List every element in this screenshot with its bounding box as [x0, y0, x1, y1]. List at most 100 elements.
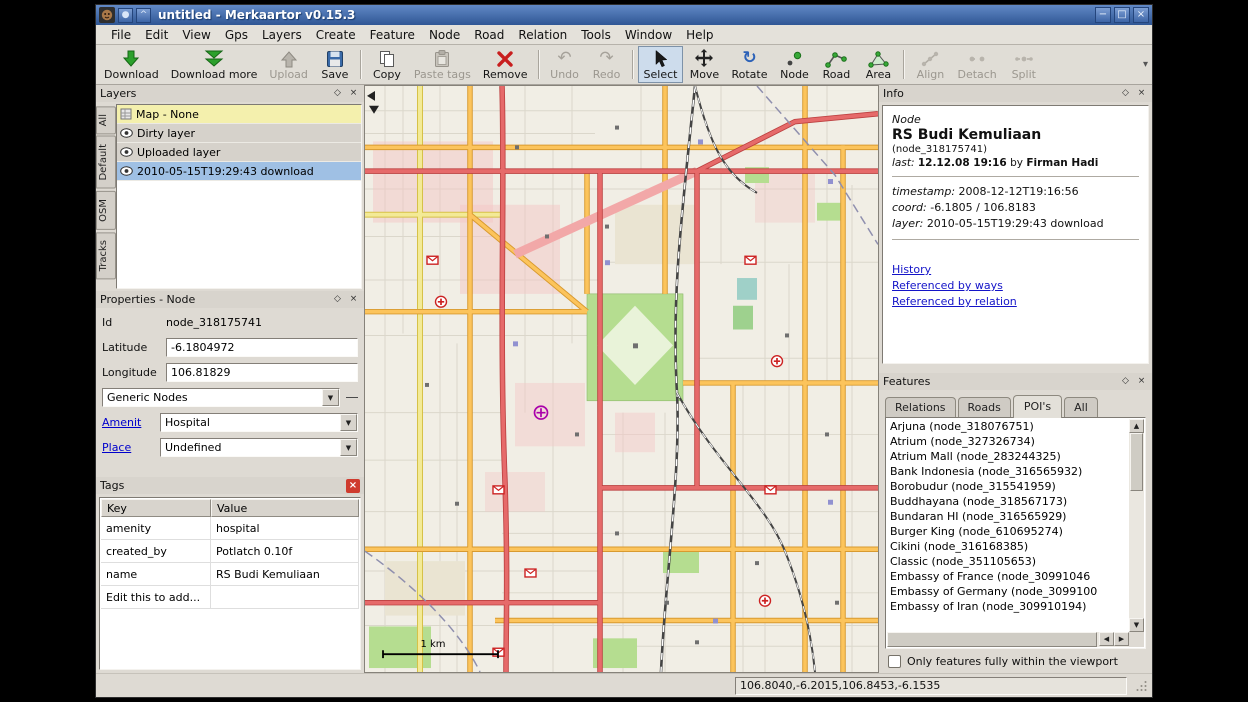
menu-feature[interactable]: Feature [363, 26, 422, 44]
list-item[interactable]: Atrium Mall (node_283244325) [887, 449, 1129, 464]
menu-road[interactable]: Road [467, 26, 511, 44]
copy-button[interactable]: Copy [366, 46, 408, 83]
tab-relations[interactable]: Relations [885, 397, 956, 417]
scroll-left-icon[interactable]: ◀ [1099, 632, 1114, 646]
tab-roads[interactable]: Roads [958, 397, 1011, 417]
window-menu-button[interactable]: ● [118, 8, 133, 23]
menu-view[interactable]: View [175, 26, 217, 44]
undo-button[interactable]: ↶ Undo [544, 46, 586, 83]
road-button[interactable]: Road [815, 46, 857, 83]
list-item[interactable]: Embassy of Iran (node_309910194) [887, 599, 1129, 614]
maximize-button[interactable]: □ [1114, 7, 1130, 23]
vertical-scrollbar[interactable]: ▲ ▼ [1129, 419, 1144, 632]
download-more-button[interactable]: Download more [165, 46, 264, 83]
viewport-coords-input[interactable] [735, 677, 1127, 695]
tag-key-cell[interactable]: created_by [101, 540, 211, 563]
menu-file[interactable]: File [104, 26, 138, 44]
layers-float-button[interactable]: ◇ [331, 87, 344, 100]
splitter-handle[interactable] [346, 397, 358, 398]
tab-pois[interactable]: POI's [1013, 395, 1062, 418]
list-item[interactable]: Buddhayana (node_318567173) [887, 494, 1129, 509]
list-item[interactable]: Cikini (node_316168385) [887, 539, 1129, 554]
info-close-button[interactable]: × [1135, 87, 1148, 100]
properties-float-button[interactable]: ◇ [331, 293, 344, 306]
resize-grip[interactable] [1135, 679, 1148, 692]
tag-value-cell[interactable] [211, 586, 359, 609]
eye-icon[interactable] [120, 128, 133, 138]
features-float-button[interactable]: ◇ [1119, 375, 1132, 388]
list-item[interactable]: Atrium (node_327326734) [887, 434, 1129, 449]
place-select[interactable]: Undefined ▼ [160, 438, 358, 457]
tag-key-cell[interactable]: Edit this to add... [101, 586, 211, 609]
list-item[interactable]: Bank Indonesia (node_316565932) [887, 464, 1129, 479]
list-item[interactable]: Embassy of France (node_30991046 [887, 569, 1129, 584]
layer-item-download[interactable]: 2010-05-15T19:29:43 download [117, 162, 361, 181]
history-link[interactable]: History [892, 262, 1139, 277]
scroll-right-icon[interactable]: ▶ [1114, 632, 1129, 646]
scrollbar-thumb[interactable] [887, 632, 1097, 647]
scroll-up-icon[interactable]: ▲ [1129, 419, 1144, 433]
app-icon[interactable] [99, 7, 115, 23]
select-button[interactable]: Select [638, 46, 684, 83]
list-item[interactable]: Borobudur (node_315541959) [887, 479, 1129, 494]
tag-value-cell[interactable]: RS Budi Kemuliaan [211, 563, 359, 586]
area-button[interactable]: Area [857, 46, 899, 83]
menu-help[interactable]: Help [679, 26, 720, 44]
window-shade-button[interactable]: ^ [136, 8, 151, 23]
menu-gps[interactable]: Gps [218, 26, 255, 44]
properties-close-button[interactable]: × [347, 293, 360, 306]
rotate-button[interactable]: ↻ Rotate [725, 46, 773, 83]
viewport-filter-checkbox[interactable] [888, 655, 901, 668]
node-button[interactable]: Node [773, 46, 815, 83]
menu-tools[interactable]: Tools [574, 26, 618, 44]
place-link[interactable]: Place [102, 441, 154, 454]
list-item[interactable]: Embassy of Germany (node_3099100 [887, 584, 1129, 599]
layers-tab-default[interactable]: Default [96, 136, 116, 189]
layer-item-dirty[interactable]: Dirty layer [117, 124, 361, 143]
scrollbar-thumb[interactable] [1130, 433, 1143, 491]
map-canvas[interactable]: 1 km [364, 85, 879, 673]
close-button[interactable]: × [1133, 7, 1149, 23]
layer-item-uploaded[interactable]: Uploaded layer [117, 143, 361, 162]
download-button[interactable]: Download [98, 46, 165, 83]
tag-key-cell[interactable]: name [101, 563, 211, 586]
horizontal-scrollbar[interactable]: ◀ ▶ [887, 632, 1129, 647]
scrollbar-track[interactable] [1129, 491, 1144, 618]
list-item[interactable]: Classic (node_351105653) [887, 554, 1129, 569]
chevron-down-icon[interactable]: ▼ [322, 389, 339, 406]
tag-value-cell[interactable]: hospital [211, 517, 359, 540]
list-item[interactable]: Arjuna (node_318076751) [887, 419, 1129, 434]
layers-close-button[interactable]: × [347, 87, 360, 100]
amenity-select[interactable]: Hospital ▼ [160, 413, 358, 432]
minimize-button[interactable]: − [1095, 7, 1111, 23]
info-float-button[interactable]: ◇ [1119, 87, 1132, 100]
layers-tab-all[interactable]: All [96, 106, 116, 134]
eye-icon[interactable] [120, 147, 133, 157]
detach-button[interactable]: Detach [951, 46, 1002, 83]
tab-all[interactable]: All [1064, 397, 1098, 417]
scroll-down-icon[interactable]: ▼ [1129, 618, 1144, 632]
menu-node[interactable]: Node [422, 26, 467, 44]
menu-edit[interactable]: Edit [138, 26, 175, 44]
list-item[interactable]: Bundaran HI (node_316565929) [887, 509, 1129, 524]
layer-item-map[interactable]: Map - None [117, 105, 361, 124]
tag-value-cell[interactable]: Potlatch 0.10f [211, 540, 359, 563]
title-bar[interactable]: ● ^ untitled - Merkaartor v0.15.3 − □ × [96, 5, 1152, 25]
list-item[interactable]: Burger King (node_610695274) [887, 524, 1129, 539]
paste-tags-button[interactable]: Paste tags [408, 46, 477, 83]
redo-button[interactable]: ↷ Redo [586, 46, 628, 83]
features-close-button[interactable]: × [1135, 375, 1148, 388]
split-button[interactable]: Split [1003, 46, 1045, 83]
toolbar-overflow-icon[interactable]: ▾ [1141, 59, 1150, 70]
chevron-down-icon[interactable]: ▼ [340, 439, 357, 456]
tag-key-cell[interactable]: amenity [101, 517, 211, 540]
latitude-field[interactable] [166, 338, 358, 357]
menu-window[interactable]: Window [618, 26, 679, 44]
upload-button[interactable]: Upload [263, 46, 314, 83]
align-button[interactable]: Align [909, 46, 951, 83]
layers-tab-osm[interactable]: OSM [96, 191, 116, 230]
eye-icon[interactable] [120, 166, 133, 176]
referenced-by-relation-link[interactable]: Referenced by relation [892, 294, 1139, 309]
node-type-select[interactable]: Generic Nodes ▼ [102, 388, 340, 407]
save-button[interactable]: Save [314, 46, 356, 83]
